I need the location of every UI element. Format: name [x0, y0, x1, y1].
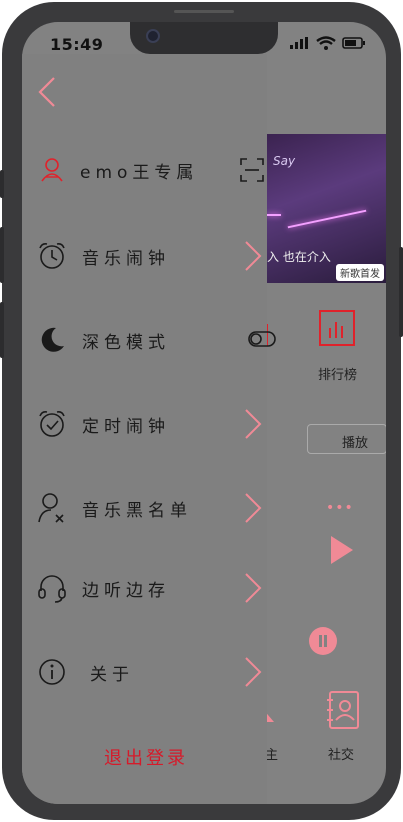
mute-switch — [0, 170, 4, 198]
menu-item-label: 定时闹钟 — [82, 416, 170, 437]
menu-item-music-alarm[interactable]: 音乐闹钟 — [34, 236, 264, 276]
social-label[interactable]: 社交 — [328, 744, 354, 763]
screen: 15:49 Say 入 也在介入 新歌首发 排行榜 播放 ••• 主 社交 em… — [22, 22, 386, 804]
scan-icon[interactable] — [240, 158, 264, 182]
new-release-tag: 新歌首发 — [336, 264, 384, 281]
user-block-icon — [34, 490, 70, 526]
toggle-icon[interactable] — [248, 330, 278, 350]
menu-item-about[interactable]: 关于 — [34, 652, 264, 692]
status-time: 15:49 — [50, 35, 104, 54]
chevron-right-icon — [245, 573, 262, 603]
headphones-icon — [34, 570, 70, 606]
more-icon[interactable]: ••• — [326, 500, 354, 516]
menu-item-label: emo王专属 — [80, 162, 199, 183]
pause-icon[interactable] — [309, 627, 337, 655]
chart-icon[interactable] — [319, 310, 355, 346]
play-icon[interactable] — [331, 536, 353, 564]
status-icons — [290, 36, 366, 50]
menu-item-blacklist[interactable]: 音乐黑名单 — [34, 488, 264, 528]
menu-item-dark-mode[interactable]: 深色模式 — [34, 320, 276, 360]
chevron-right-icon — [245, 241, 262, 271]
album-cover[interactable]: Say 入 也在介入 新歌首发 — [267, 134, 386, 283]
front-camera — [146, 29, 160, 43]
logout-button[interactable]: 退出登录 — [104, 744, 188, 770]
volume-up-button — [0, 227, 4, 283]
contacts-icon[interactable] — [326, 690, 362, 730]
menu-item-label: 音乐黑名单 — [82, 500, 192, 521]
menu-item-listen-save[interactable]: 边听边存 — [34, 568, 264, 608]
menu-item-label: 关于 — [90, 664, 134, 685]
menu-item-profile[interactable]: emo王专属 — [34, 150, 264, 190]
user-icon — [34, 152, 70, 188]
menu-item-label: 音乐闹钟 — [82, 248, 170, 269]
alarm-clock-icon — [34, 238, 70, 274]
play-button[interactable]: 播放 — [307, 424, 386, 454]
chevron-right-icon — [245, 493, 262, 523]
notch — [130, 22, 278, 54]
volume-down-button — [0, 302, 4, 358]
wifi-icon — [316, 36, 336, 50]
timer-clock-icon — [34, 406, 70, 442]
menu-item-label: 深色模式 — [82, 332, 170, 353]
moon-icon — [34, 322, 70, 358]
menu-item-label: 边听边存 — [82, 580, 170, 601]
phone-frame: 15:49 Say 入 也在介入 新歌首发 排行榜 播放 ••• 主 社交 em… — [0, 2, 403, 820]
album-lyric: 入 也在介入 — [267, 250, 331, 264]
power-button — [399, 247, 403, 337]
chevron-right-icon — [245, 409, 262, 439]
battery-icon — [342, 37, 365, 49]
side-drawer: emo王专属 音乐闹钟 深色模式 定时闹钟 音乐黑名单 边听边存 关于 退出登录 — [22, 54, 276, 804]
album-script-text: Say — [273, 154, 296, 168]
menu-item-timer-alarm[interactable]: 定时闹钟 — [34, 404, 264, 444]
album-light-streak — [267, 214, 281, 216]
signal-icon — [290, 37, 308, 49]
rank-label[interactable]: 排行榜 — [318, 364, 357, 383]
chevron-right-icon — [245, 657, 262, 687]
album-light-streak — [287, 209, 367, 229]
info-icon — [34, 654, 70, 690]
back-arrow-icon[interactable] — [34, 72, 64, 112]
